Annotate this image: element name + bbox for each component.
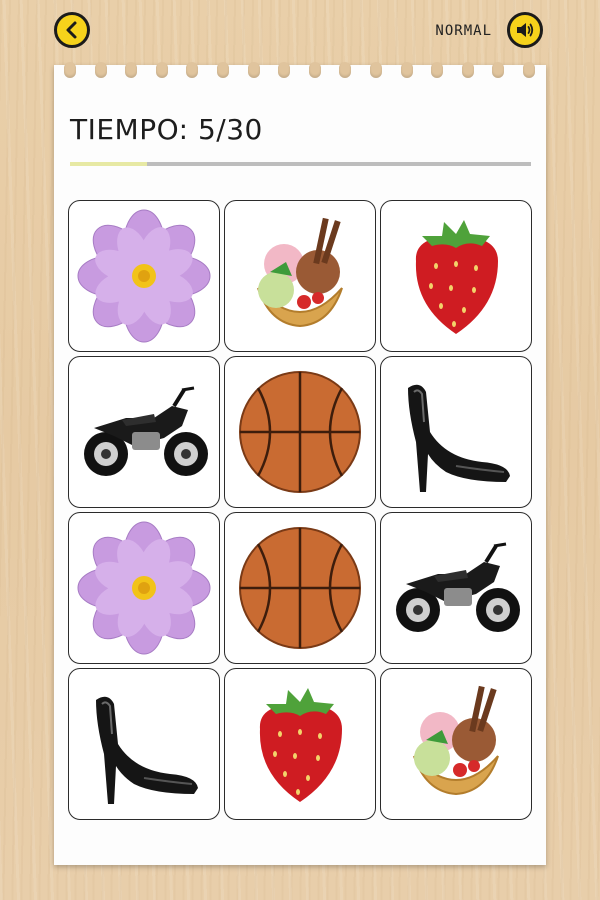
card-basketball[interactable] — [224, 512, 376, 664]
difficulty-label: NORMAL — [435, 23, 492, 39]
spiral-hole — [186, 62, 199, 78]
card-flower[interactable] — [68, 200, 220, 352]
card-grid — [68, 200, 532, 820]
notepad-paper: TIEMPO: 5/30 — [54, 62, 546, 865]
card-ice-cream[interactable] — [224, 200, 376, 352]
card-motorcycle[interactable] — [68, 356, 220, 508]
card-high-heel[interactable] — [380, 356, 532, 508]
spiral-hole — [278, 62, 291, 78]
ice-cream-icon — [257, 217, 343, 328]
basketball-icon — [239, 371, 361, 493]
strawberry-icon — [415, 220, 498, 334]
timer-label: TIEMPO: 5/30 — [70, 113, 263, 146]
card-flower[interactable] — [68, 512, 220, 664]
flower-icon — [77, 521, 211, 655]
back-button[interactable] — [54, 12, 90, 48]
ice-cream-icon — [413, 685, 499, 796]
spiral-hole — [492, 62, 505, 78]
card-high-heel[interactable] — [68, 668, 220, 820]
speaker-icon — [517, 23, 534, 37]
spiral-hole — [247, 62, 260, 78]
motorcycle-icon — [396, 542, 520, 632]
high-heel-icon — [408, 384, 510, 492]
back-arrow-icon — [66, 21, 77, 39]
card-strawberry[interactable] — [380, 200, 532, 352]
spiral-hole — [155, 62, 168, 78]
spiral-hole — [308, 62, 321, 78]
timer-progress-bar — [70, 162, 531, 166]
spiral-hole — [400, 62, 413, 78]
sound-button[interactable] — [507, 12, 543, 48]
card-strawberry[interactable] — [224, 668, 376, 820]
card-basketball[interactable] — [224, 356, 376, 508]
strawberry-icon — [259, 688, 342, 802]
basketball-icon — [239, 527, 361, 649]
spiral-hole — [523, 62, 535, 78]
flower-icon — [77, 209, 211, 343]
card-motorcycle[interactable] — [380, 512, 532, 664]
spiral-hole — [370, 62, 382, 78]
high-heel-icon — [96, 696, 198, 804]
spiral-hole — [461, 62, 474, 78]
spiral-hole — [125, 62, 138, 78]
motorcycle-icon — [84, 386, 208, 476]
card-ice-cream[interactable] — [380, 668, 532, 820]
spiral-hole — [431, 62, 444, 78]
spiral-hole — [94, 62, 107, 78]
timer-progress-fill — [70, 162, 147, 166]
spiral-hole — [217, 62, 229, 78]
spiral-hole — [64, 62, 76, 78]
spiral-hole — [339, 62, 352, 78]
